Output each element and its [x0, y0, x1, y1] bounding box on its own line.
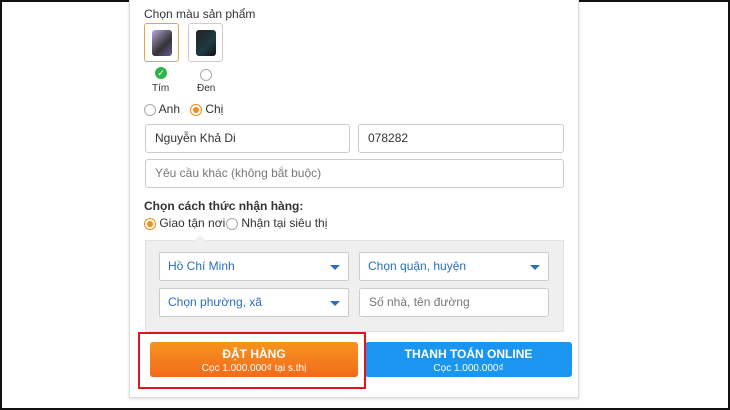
- delivery-home[interactable]: Giao tận nơi: [144, 216, 225, 230]
- phone-image-black: [195, 29, 216, 56]
- color-label-purple: Tím: [152, 83, 170, 94]
- city-select[interactable]: Hồ Chí Minh: [159, 252, 349, 281]
- salutation-chi[interactable]: Chị: [190, 102, 223, 116]
- online-payment-button[interactable]: THANH TOÁN ONLINE Cọc 1.000.000₫: [365, 342, 572, 377]
- check-icon: ✓: [155, 67, 167, 79]
- street-input[interactable]: Số nhà, tên đường: [359, 288, 549, 317]
- delivery-store-label: Nhận tại siêu thị: [241, 216, 328, 230]
- salutation-anh-label: Anh: [158, 102, 181, 116]
- color-option-black[interactable]: [188, 23, 223, 62]
- ward-select[interactable]: Chọn phường, xã: [159, 288, 349, 317]
- color-option-purple[interactable]: [144, 23, 179, 62]
- color-radio-black[interactable]: [200, 68, 212, 81]
- address-panel: Hồ Chí Minh Chọn quận, huyện Chọn phường…: [145, 235, 564, 332]
- panel-arrow: [194, 235, 206, 241]
- chevron-down-icon: [330, 301, 340, 306]
- salutation-chi-label: Chị: [205, 102, 224, 116]
- salutation-anh[interactable]: Anh: [144, 102, 180, 116]
- chevron-down-icon: [530, 265, 540, 270]
- highlight-box: [138, 332, 366, 389]
- delivery-title: Chọn cách thức nhận hàng:: [144, 199, 304, 213]
- phone-image-purple: [151, 29, 172, 56]
- delivery-home-label: Giao tận nơi: [159, 216, 226, 230]
- color-label-black: Đen: [197, 83, 216, 94]
- chevron-down-icon: [330, 265, 340, 270]
- phone-field[interactable]: 078282: [358, 124, 564, 153]
- district-select[interactable]: Chọn quận, huyện: [359, 252, 549, 281]
- name-field[interactable]: Nguyễn Khả Di: [145, 124, 350, 153]
- delivery-store[interactable]: Nhận tại siêu thị: [226, 216, 327, 230]
- note-field[interactable]: Yêu cầu khác (không bắt buộc): [145, 159, 564, 188]
- color-section-title: Chọn màu sản phẩm: [144, 7, 256, 21]
